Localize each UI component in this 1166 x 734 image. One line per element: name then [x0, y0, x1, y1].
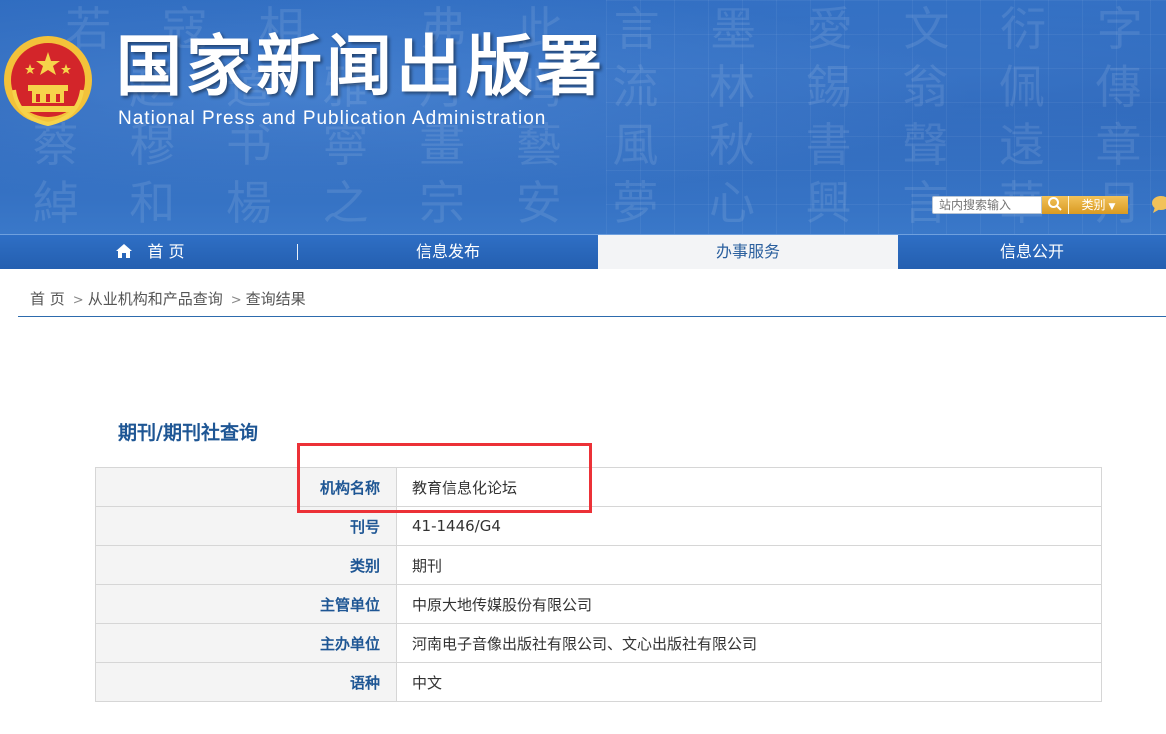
table-row: 刊号 41-1446/G4 — [95, 506, 1102, 546]
breadcrumb-separator: > — [72, 293, 84, 308]
table-row: 类别 期刊 — [95, 545, 1102, 585]
nav-item-home-label: 首 页 — [147, 242, 185, 261]
site-subtitle: National Press and Publication Administr… — [118, 108, 547, 129]
breadcrumb-separator: > — [230, 293, 242, 308]
table-row: 机构名称 教育信息化论坛 — [95, 467, 1102, 507]
row-label: 机构名称 — [95, 467, 397, 507]
nav-item-services-label: 办事服务 — [715, 242, 780, 261]
nav-item-info-release-label: 信息发布 — [415, 242, 480, 261]
site-title: 国家新闻出版署 — [116, 27, 606, 105]
breadcrumb-divider — [18, 316, 1166, 317]
row-value: 中原大地传媒股份有限公司 — [396, 584, 1102, 624]
result-table: 机构名称 教育信息化论坛 刊号 41-1446/G4 类别 期刊 主管单位 中原… — [95, 467, 1102, 702]
row-value: 河南电子音像出版社有限公司、文心出版社有限公司 — [396, 623, 1102, 663]
main-nav: 首 页 信息发布 办事服务 信息公开 — [0, 234, 1166, 269]
chat-bubble-icon[interactable] — [1150, 194, 1166, 214]
nav-item-services[interactable]: 办事服务 — [598, 235, 898, 269]
nav-item-home[interactable]: 首 页 — [0, 235, 300, 269]
row-label: 刊号 — [95, 506, 397, 546]
row-label: 主管单位 — [95, 584, 397, 624]
header-banner: 若 寇 相 弗 此 言 墨 愛 文 衍 字 鳥 山 嫌 赵 道 雅 月 鸣 流 … — [0, 0, 1166, 234]
table-row: 主管单位 中原大地传媒股份有限公司 — [95, 584, 1102, 624]
row-label: 类别 — [95, 545, 397, 585]
breadcrumb-home[interactable]: 首 页 — [30, 290, 65, 308]
search-button[interactable] — [1042, 196, 1068, 214]
search-input[interactable] — [932, 196, 1042, 214]
chevron-down-icon: ▼ — [1108, 202, 1116, 212]
search-category-dropdown[interactable]: 类别 ▼ — [1068, 196, 1128, 214]
row-value: 期刊 — [396, 545, 1102, 585]
row-value: 中文 — [396, 662, 1102, 702]
breadcrumb-org-query[interactable]: 从业机构和产品查询 — [88, 290, 223, 308]
search-icon — [1048, 197, 1062, 211]
section-title: 期刊/期刊社查询 — [118, 422, 258, 444]
breadcrumb-result: 查询结果 — [245, 290, 306, 308]
breadcrumb: 首 页 > 从业机构和产品查询 > 查询结果 — [30, 288, 310, 309]
home-icon — [116, 244, 133, 258]
row-label: 语种 — [95, 662, 397, 702]
row-label: 主办单位 — [95, 623, 397, 663]
table-row: 主办单位 河南电子音像出版社有限公司、文心出版社有限公司 — [95, 623, 1102, 663]
nav-item-public-info-label: 信息公开 — [999, 242, 1064, 261]
row-value: 41-1446/G4 — [396, 506, 1102, 546]
nav-item-info-release[interactable]: 信息发布 — [298, 235, 598, 269]
row-value: 教育信息化论坛 — [396, 467, 1102, 507]
search-category-label: 类别 — [1081, 198, 1106, 212]
national-emblem-icon — [4, 36, 92, 127]
nav-item-public-info[interactable]: 信息公开 — [898, 235, 1166, 269]
table-row: 语种 中文 — [95, 662, 1102, 702]
